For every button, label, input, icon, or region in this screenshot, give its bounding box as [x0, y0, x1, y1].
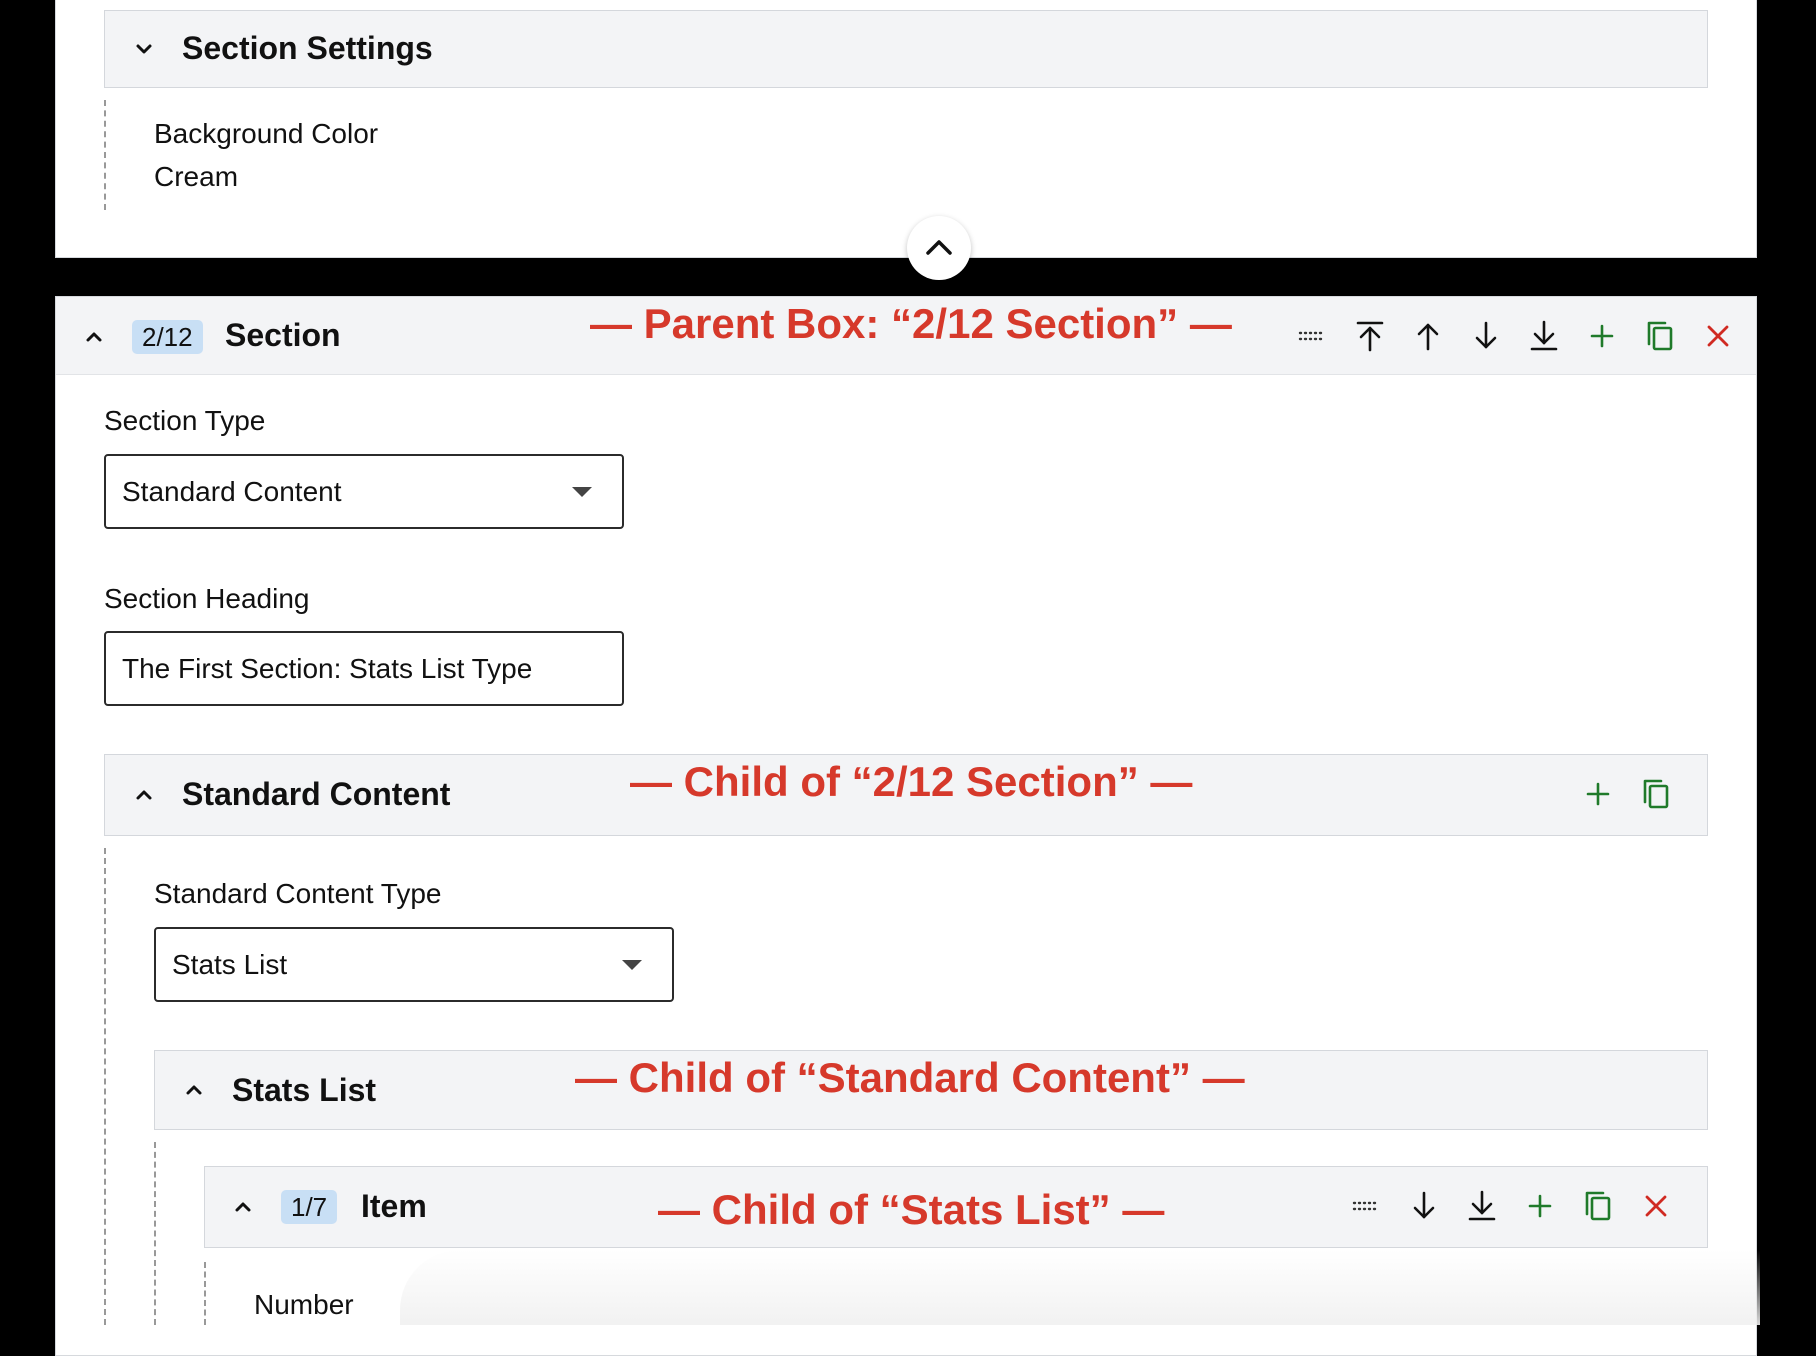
add-icon[interactable] [1578, 774, 1618, 814]
section-settings-title: Section Settings [182, 30, 433, 66]
copy-icon[interactable] [1640, 316, 1680, 356]
collapse-card-button[interactable] [907, 216, 971, 280]
add-icon[interactable] [1582, 316, 1622, 356]
chevron-up-icon[interactable] [133, 784, 155, 806]
stats-list-title: Stats List [232, 1072, 377, 1108]
item-title: Item [361, 1188, 427, 1224]
annotation-parent-box: — Parent Box: “2/12 Section” — [590, 300, 1232, 347]
section-type-label: Section Type [104, 405, 266, 436]
copy-icon[interactable] [1636, 774, 1676, 814]
move-to-top-icon[interactable] [1350, 316, 1390, 356]
move-up-icon[interactable] [1408, 316, 1448, 356]
copy-icon[interactable] [1578, 1186, 1618, 1226]
section-type-value: Standard Content [122, 475, 342, 507]
item-index-badge: 1/7 [281, 1190, 338, 1224]
section-heading-input[interactable]: The First Section: Stats List Type [104, 631, 624, 706]
annotation-child-of-stats-list: — Child of “Stats List” — [658, 1186, 1165, 1233]
chevron-up-icon[interactable] [232, 1196, 254, 1218]
chevron-up-icon [926, 240, 952, 255]
background-color-label: Background Color [154, 118, 379, 149]
drag-handle-icon[interactable] [1346, 1186, 1386, 1226]
annotation-child-of-standard-content: — Child of “Standard Content” — [575, 1054, 1245, 1101]
bottom-shadow-overlay [400, 1250, 1760, 1325]
background-color-value: Cream [154, 161, 239, 192]
move-to-bottom-icon[interactable] [1462, 1186, 1502, 1226]
standard-content-title: Standard Content [182, 776, 451, 812]
section-type-select[interactable]: Standard Content [104, 454, 624, 529]
remove-icon[interactable] [1636, 1186, 1676, 1226]
annotation-child-of-section: — Child of “2/12 Section” — [630, 758, 1193, 805]
section-heading-label: Section Heading [104, 583, 310, 614]
remove-icon[interactable] [1698, 316, 1738, 356]
section-card-title: Section [225, 317, 341, 353]
add-icon[interactable] [1520, 1186, 1560, 1226]
move-down-icon[interactable] [1404, 1186, 1444, 1226]
move-to-bottom-icon[interactable] [1524, 316, 1564, 356]
section-index-badge: 2/12 [132, 320, 203, 354]
standard-content-type-label: Standard Content Type [154, 878, 442, 909]
dropdown-caret-icon [572, 486, 592, 497]
chevron-up-icon[interactable] [183, 1079, 205, 1101]
stats-list-guide-line [154, 1142, 156, 1325]
standard-content-type-value: Stats List [172, 948, 288, 980]
drag-handle-icon[interactable] [1292, 316, 1332, 356]
standard-content-guide-line [104, 848, 106, 1325]
dropdown-caret-icon [622, 959, 642, 970]
chevron-down-icon[interactable] [133, 38, 155, 60]
item-guide-line [204, 1262, 206, 1325]
standard-content-type-select[interactable]: Stats List [154, 927, 674, 1002]
number-label: Number [254, 1289, 354, 1320]
section-settings-guide-line [104, 100, 106, 210]
editor-canvas: Section Settings Background Color Cream … [0, 0, 1816, 1356]
chevron-up-icon[interactable] [83, 326, 105, 348]
section-heading-value: The First Section: Stats List Type [122, 652, 533, 684]
move-down-icon[interactable] [1466, 316, 1506, 356]
